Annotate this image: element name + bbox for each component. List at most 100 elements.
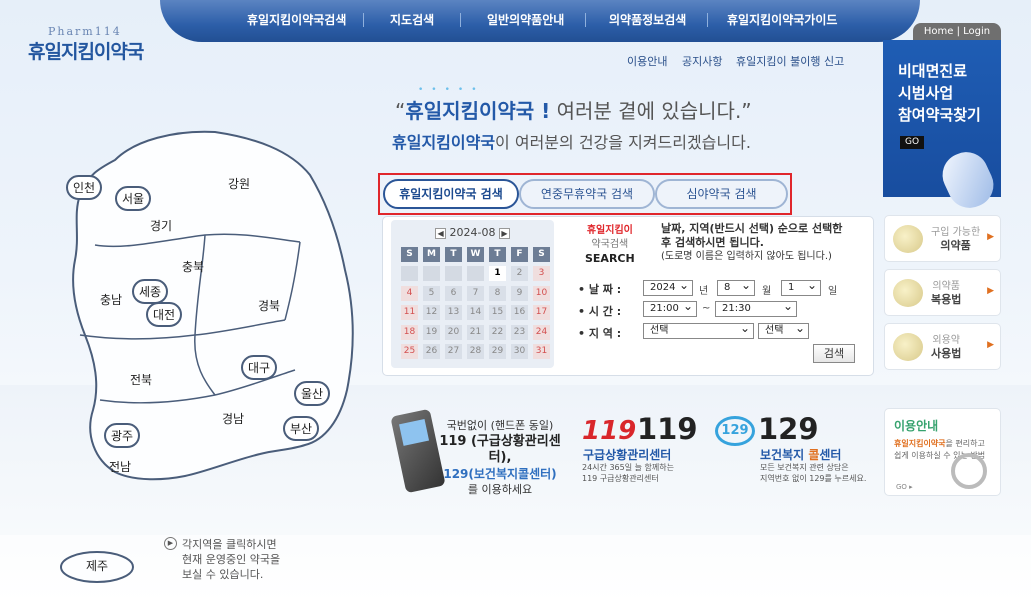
calendar-day[interactable]: 26 [423,344,440,359]
arrow-right-icon: ▶ [987,286,994,296]
calendar-day[interactable]: 1 [489,266,506,281]
nav-separator [585,13,586,27]
nav-guide[interactable]: 휴일지킴이약국가이드 [727,11,837,28]
calendar-day[interactable]: 24 [533,324,550,340]
region-select[interactable]: 선택 [643,321,754,339]
logo[interactable]: 휴일지킴이약국 [28,37,144,64]
calendar-day[interactable]: 3 [533,266,550,281]
region-daejeon[interactable]: 대전 [146,302,183,327]
tab-year-round-pharmacy-search[interactable]: 연중무휴약국 검색 [519,179,655,209]
time-separator: ~ [702,303,711,314]
korea-map [60,130,354,583]
calendar-day[interactable]: 15 [489,305,506,320]
month-select[interactable]: 8 [717,278,755,296]
calendar-day[interactable]: 7 [467,285,484,301]
nav-drug-info-search[interactable]: 의약품정보검색 [609,11,686,28]
region-chungnam[interactable]: 충남 [100,291,122,308]
calendar-day[interactable]: 28 [467,344,484,359]
nav-separator [363,13,364,27]
calendar-day[interactable]: 13 [445,305,462,320]
month-unit: 월 [762,286,772,297]
time-from-select[interactable]: 21:00 [643,299,697,317]
search-button[interactable]: 검색 [813,344,855,363]
region-ulsan[interactable]: 울산 [294,381,331,406]
calendar-day[interactable]: 4 [401,285,418,301]
phone-info-line: 119 (구급상황관리센터), [439,434,561,465]
calendar-day[interactable]: 31 [533,344,550,359]
capsule-icon [935,144,1001,216]
calendar-day[interactable]: 16 [511,305,528,320]
time-to-select[interactable]: 21:30 [715,299,797,317]
calendar-day[interactable]: 12 [423,305,440,320]
tab-holiday-pharmacy-search[interactable]: 휴일지킴이약국 검색 [383,179,519,209]
calendar-day[interactable]: 25 [401,344,418,359]
calendar-day[interactable]: 29 [489,344,506,359]
calendar-day[interactable]: 19 [423,324,440,340]
region-gyeongbuk[interactable]: 경북 [258,297,280,314]
calendar-day[interactable]: 11 [401,305,418,320]
region-seoul[interactable]: 서울 [115,186,152,211]
search-description: 날짜, 지역(반드시 선택) 순으로 선택한 후 검색하시면 됩니다. (도로명… [661,222,842,264]
calendar-day[interactable]: 8 [489,285,506,301]
region-gangwon[interactable]: 강원 [228,175,250,192]
calendar-day[interactable]: 14 [467,305,484,320]
calendar-day[interactable]: 23 [511,324,528,340]
calendar-day[interactable]: 21 [467,324,484,340]
dosage-guide-card[interactable]: 의약품 복용법 ▶ [884,269,1001,316]
telemedicine-promo-banner[interactable]: 비대면진료 시범사업 참여약국찾기 GO [883,40,1001,216]
calendar-day[interactable]: 22 [489,324,506,340]
region-gwangju[interactable]: 광주 [104,423,141,448]
topical-usage-card[interactable]: 외용약 사용법 ▶ [884,323,1001,370]
play-circle-icon: ▶ [164,537,177,550]
usage-guide-link[interactable]: 이용안내 [627,53,667,69]
welfare-129-description: 모든 보건복지 관련 상담은 지역번호 없이 129를 누르세요. [760,463,867,483]
day-unit: 일 [828,286,838,297]
region-sejong[interactable]: 세종 [132,279,169,304]
subregion-select[interactable]: 선택 [758,321,809,339]
emergency-119-description: 24시간 365일 늘 함께하는 119 구급상황관리센터 [582,463,674,483]
prev-month-icon[interactable]: ◀ [435,227,447,239]
tab-late-night-pharmacy-search[interactable]: 심야약국 검색 [655,179,788,209]
noncompliance-report-link[interactable]: 휴일지킴이 불이행 신고 [736,53,844,69]
year-select[interactable]: 2024 [643,278,693,296]
search-desc-note: (도로명 이름은 입력하지 않아도 됩니다.) [661,251,832,262]
calendar-day[interactable]: 2 [511,266,528,281]
calendar-day[interactable]: 27 [445,344,462,359]
nav-otc-guide[interactable]: 일반의약품안내 [487,11,564,28]
calendar-day[interactable]: 30 [511,344,528,359]
nav-separator [460,13,461,27]
calendar-day[interactable]: 20 [445,324,462,340]
region-busan[interactable]: 부산 [283,416,320,441]
welfare-129-title: 보건복지 콜센터 [760,448,842,462]
next-month-icon[interactable]: ▶ [498,227,510,239]
nav-map-search[interactable]: 지도검색 [390,11,434,28]
calendar-day[interactable]: 17 [533,305,550,320]
region-gyeonggi[interactable]: 경기 [150,217,172,234]
calendar-day[interactable]: 5 [423,285,440,301]
calendar-day[interactable]: 10 [533,285,550,301]
region-jeju[interactable]: 제주 [86,557,108,574]
weekday-header: W [467,247,484,262]
nav-holiday-pharmacy-search[interactable]: 휴일지킴이약국검색 [247,11,346,28]
calendar-day[interactable]: 18 [401,324,418,340]
usage-guide-card[interactable]: 이용안내 휴일지킴이약국을 편리하고 쉽게 이용하실 수 있는 방법 GO ▸ [884,408,1001,496]
search-title-gray: 약국검색 [591,239,629,250]
guide-go-link[interactable]: GO ▸ [896,483,913,491]
calendar-day[interactable]: 9 [511,285,528,301]
weekday-header: S [401,247,418,262]
home-login-link[interactable]: Home | Login [913,23,1001,40]
region-gyeongnam[interactable]: 경남 [222,410,244,427]
purchasable-drugs-card[interactable]: 구입 가능한 의약품 ▶ [884,215,1001,262]
region-incheon[interactable]: 인천 [66,175,103,200]
day-select[interactable]: 1 [781,278,821,296]
weekday-header: S [533,247,550,262]
promo-go-button[interactable]: GO [900,136,924,149]
region-jeonnam[interactable]: 전남 [109,458,131,475]
region-daegu[interactable]: 대구 [241,355,278,380]
card-text: 구입 가능한 의약품 [931,227,981,252]
calendar-day[interactable]: 6 [445,285,462,301]
region-chungbuk[interactable]: 충북 [182,258,204,275]
welfare-129-number: 129 [758,412,819,446]
region-jeonbuk[interactable]: 전북 [130,371,152,388]
notice-link[interactable]: 공지사항 [682,53,722,69]
